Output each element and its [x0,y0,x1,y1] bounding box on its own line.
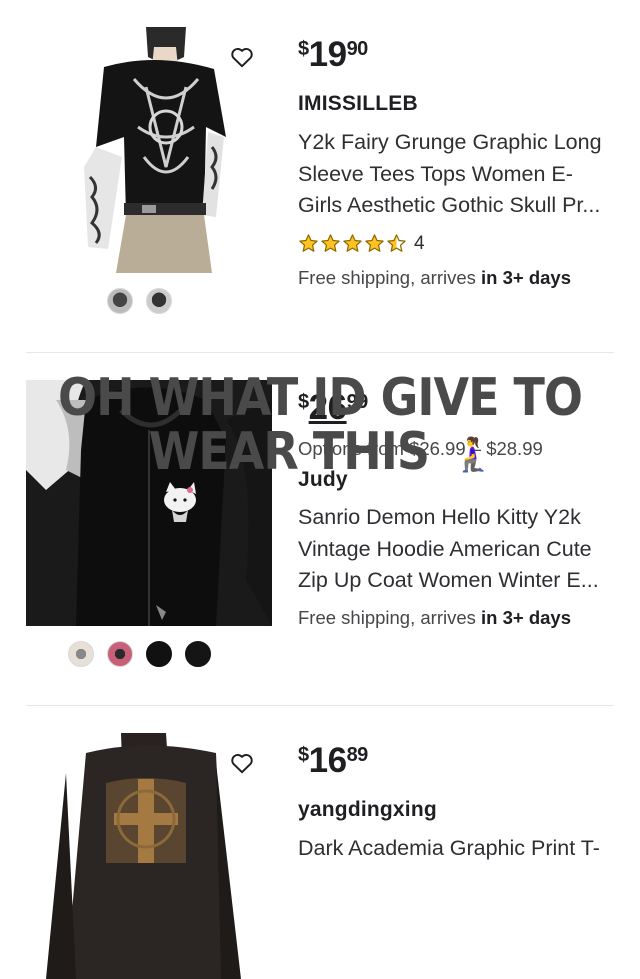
favorite-heart-button-1[interactable] [229,44,255,70]
swatch-1-2[interactable] [146,288,172,314]
kneeling-woman-emoji-icon: 🧎‍♀️ [453,434,492,474]
price-1: $1990 [298,37,618,72]
product-title-3[interactable]: Dark Academia Graphic Print T- [298,833,618,865]
favorite-heart-button-3[interactable] [229,750,255,776]
star-icon [321,234,340,252]
swatch-1-1[interactable] [107,288,133,314]
product-title-2[interactable]: Sanrio Demon Hello Kitty Y2k Vintage Hoo… [298,502,618,597]
swatch-2-2[interactable] [107,641,133,667]
title-line: Vintage Hoodie American Cute [298,536,592,561]
product-title-1[interactable]: Y2k Fairy Grunge Graphic Long Sleeve Tee… [298,127,618,222]
color-swatches-2 [68,641,211,667]
shipping-text: Free shipping, arrives [298,266,482,288]
shipping-info-2: Free shipping, arrives in 3+ days [298,607,618,629]
title-line: Y2k Fairy Grunge Graphic Long [298,130,602,154]
overlay-caption-line-1: OH WHAT ID GIVE TO [58,366,583,428]
price-dollars: 19 [308,35,347,74]
review-count: 4 [414,232,425,254]
shipping-info-1: Free shipping, arrives in 3+ days [298,267,618,289]
rating-row-1: 4 [298,231,618,257]
overlay-caption-line-2: WEAR THIS 🧎‍♀️ [0,425,640,477]
title-line: Sanrio Demon Hello Kitty Y2k [298,505,581,529]
overlay-caption-text: WEAR THIS [148,420,430,482]
star-icon [365,234,384,252]
color-swatches-1 [107,288,172,314]
swatch-2-4[interactable] [185,641,211,667]
price-currency: $ [298,38,309,60]
title-line: Zip Up Coat Women Winter E... [298,568,599,592]
seller-name-1: IMISSILLEB [298,92,418,115]
star-icon [387,234,406,252]
star-icon [299,234,318,252]
price-dollars: 16 [308,741,347,780]
shipping-days: in 3+ days [481,266,572,288]
heart-outline-icon [231,754,253,774]
seller-name-3: yangdingxing [298,798,437,821]
price-3: $1689 [298,743,618,778]
shipping-text: Free shipping, arrives [298,606,482,628]
shipping-days: in 3+ days [481,606,572,628]
price-cents: 90 [346,38,369,60]
star-rating [298,233,407,254]
title-line: Sleeve Tees Tops Women E- [298,161,573,186]
price-currency: $ [298,744,309,766]
title-line: Girls Aesthetic Gothic Skull Pr... [298,193,601,217]
product-card-3[interactable]: $1689 yangdingxing Dark Academia Graphic… [0,706,640,979]
heart-outline-icon [231,48,253,68]
price-cents: 89 [346,744,369,766]
swatch-2-3[interactable] [146,641,172,667]
product-card-1[interactable]: $1990 IMISSILLEB Y2k Fairy Grunge Graphi… [0,0,640,350]
star-icon [343,234,362,252]
swatch-2-1[interactable] [68,641,94,667]
title-line: Dark Academia Graphic Print T- [298,836,600,860]
